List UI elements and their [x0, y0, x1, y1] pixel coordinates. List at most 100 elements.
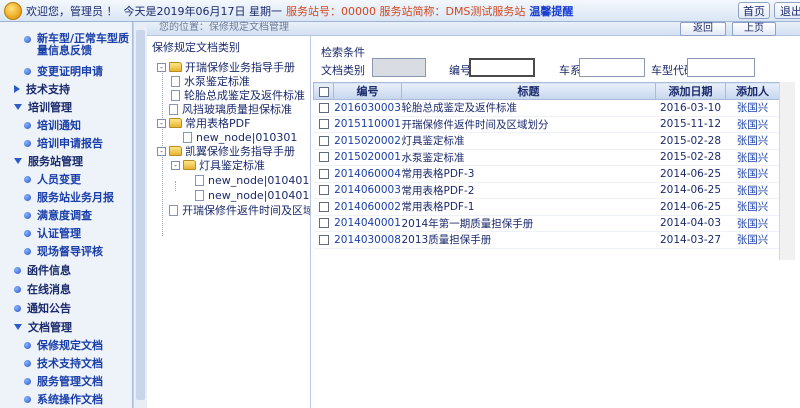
row-checkbox[interactable] — [313, 215, 334, 232]
row-checkbox[interactable] — [313, 149, 334, 166]
sidebar-item-system-docs[interactable]: 系统操作文档 — [0, 390, 132, 408]
row-checkbox[interactable] — [313, 198, 334, 216]
sidebar-item-station-management[interactable]: 服务站管理 — [0, 152, 132, 170]
sidebar-item-monthly-report[interactable]: 服务站业务月报 — [0, 188, 132, 206]
row-checkbox[interactable] — [313, 116, 334, 133]
tree-node-common-forms[interactable]: - 常用表格PDF — [157, 116, 250, 130]
tree-node-kairui-manual[interactable]: - 开瑞保修业务指导手册 — [157, 60, 295, 74]
user-avatar-icon — [4, 1, 22, 20]
header-date[interactable]: 添加日期 — [655, 82, 726, 100]
doc-user: 张国兴 — [725, 99, 780, 117]
doc-title-link[interactable]: 轮胎总成鉴定及返件标准 — [401, 99, 656, 117]
doc-title-link[interactable]: 灯具鉴定标准 — [401, 132, 656, 150]
doc-number-link[interactable]: 2014040001 — [333, 215, 402, 232]
row-checkbox[interactable] — [313, 182, 334, 199]
doc-title-link[interactable]: 常用表格PDF-1 — [401, 198, 656, 216]
sidebar-item-document-management[interactable]: 文档管理 — [0, 318, 132, 336]
sidebar-item-training-notice[interactable]: 培训通知 — [0, 116, 132, 134]
previous-page-button[interactable]: 上页 — [732, 22, 776, 36]
doc-number-link[interactable]: 2014030008 — [333, 231, 402, 249]
row-checkbox[interactable] — [313, 165, 334, 183]
doc-title-link[interactable]: 2014年第一期质量担保手册 — [401, 215, 656, 232]
row-checkbox[interactable] — [313, 132, 334, 150]
doc-title-link[interactable]: 常用表格PDF-3 — [401, 165, 656, 183]
sidebar-item-quality-feedback[interactable]: 新车型/正常车型质量信息反馈 — [0, 32, 132, 58]
doc-user: 张国兴 — [725, 182, 780, 199]
bullet-icon — [14, 285, 21, 293]
alert-link[interactable]: 温馨提醒 — [529, 3, 573, 19]
doc-title-link[interactable]: 常用表格PDF-2 — [401, 182, 656, 199]
sidebar-item-tech-docs[interactable]: 技术支持文档 — [0, 354, 132, 372]
doc-number-link[interactable]: 2015020002 — [333, 132, 402, 150]
table-header-row: 编号 标题 添加日期 添加人 — [313, 82, 780, 100]
sidebar-item-warranty-docs[interactable]: 保修规定文档 — [0, 336, 132, 354]
doc-date: 2015-02-28 — [655, 132, 726, 150]
collapse-toggle-icon[interactable]: - — [171, 160, 180, 170]
doc-user: 张国兴 — [725, 132, 780, 150]
bullet-icon — [14, 266, 21, 274]
header-title[interactable]: 标题 — [401, 82, 656, 100]
breadcrumb-bar: 您的位置：保修规定文档管理 返回 上页 — [147, 22, 800, 36]
sidebar-item-announcements[interactable]: 通知公告 — [0, 299, 132, 317]
row-checkbox[interactable] — [313, 231, 334, 249]
doc-title-link[interactable]: 2013质量担保手册 — [401, 231, 656, 249]
sidebar-item-certification[interactable]: 认证管理 — [0, 224, 132, 242]
sidebar-item-service-docs[interactable]: 服务管理文档 — [0, 372, 132, 390]
doc-number-link[interactable]: 2014060003 — [333, 182, 402, 199]
home-button[interactable]: 首页 — [738, 2, 770, 19]
sidebar-item-staff-change[interactable]: 人员变更 — [0, 170, 132, 188]
sidebar-scrollbar[interactable] — [133, 22, 147, 408]
tree-node-01040102[interactable]: new_node|01040102 — [195, 188, 310, 202]
category-label: 文档类别 — [321, 64, 365, 77]
tree-node-01040101[interactable]: new_node|01040101 — [195, 173, 310, 187]
document-icon — [195, 189, 204, 201]
bullet-icon — [24, 193, 31, 201]
doc-number-link[interactable]: 2014060004 — [333, 165, 402, 183]
tree-node-kaiyi-manual[interactable]: - 凯翼保修业务指导手册 — [157, 144, 295, 158]
doc-title-link[interactable]: 水泵鉴定标准 — [401, 149, 656, 166]
bullet-icon — [24, 36, 31, 43]
tree-title: 保修规定文档类别 — [152, 41, 240, 54]
sidebar-item-training[interactable]: 培训管理 — [0, 98, 132, 116]
tree-node-010301[interactable]: new_node|010301 — [183, 130, 297, 144]
sidebar-item-onsite-review[interactable]: 现场督导评核 — [0, 242, 132, 260]
sidebar-item-online-messages[interactable]: 在线消息 — [0, 280, 132, 298]
sidebar-item-training-report[interactable]: 培训申请报告 — [0, 134, 132, 152]
tree-node-pump-standard[interactable]: 水泵鉴定标准 — [171, 74, 250, 88]
collapse-toggle-icon[interactable]: - — [157, 62, 166, 72]
sidebar-item-tech-support[interactable]: 技术支持 — [0, 80, 132, 98]
top-bar: 欢迎您，管理员 ！ 今天是2019年06月17日 星期一 服务站号：00000 … — [0, 0, 800, 22]
tree-node-lamp-standard[interactable]: - 灯具鉴定标准 — [171, 158, 265, 172]
table-row: 2015020002 灯具鉴定标准 2015-02-28 张国兴 — [313, 132, 780, 150]
header-number[interactable]: 编号 — [333, 82, 402, 100]
tree-node-tire-standard[interactable]: 轮胎总成鉴定及返件标准 — [171, 88, 305, 102]
tree-node-windshield-standard[interactable]: 风挡玻璃质量担保标准 — [169, 102, 292, 116]
category-input[interactable] — [372, 58, 426, 77]
collapse-toggle-icon[interactable]: - — [157, 118, 166, 128]
document-icon — [195, 174, 204, 186]
doc-number-link[interactable]: 2016030003 — [333, 99, 402, 117]
bullet-icon — [24, 359, 31, 367]
scrollbar-thumb[interactable] — [136, 30, 145, 400]
select-all-checkbox[interactable] — [313, 82, 334, 100]
doc-date: 2014-03-27 — [655, 231, 726, 249]
sidebar-item-satisfaction-survey[interactable]: 满意度调查 — [0, 206, 132, 224]
doc-number-link[interactable]: 2015110001 — [333, 116, 402, 133]
return-button[interactable]: 返回 — [680, 22, 726, 36]
expanded-arrow-icon — [14, 104, 22, 110]
tree-node-return-time-region[interactable]: 开瑞保修件返件时间及区域划分 — [169, 203, 310, 217]
doc-number-link[interactable]: 2015020001 — [333, 149, 402, 166]
header-user[interactable]: 添加人 — [725, 82, 780, 100]
model-input[interactable] — [687, 58, 755, 77]
number-input[interactable] — [469, 58, 535, 77]
row-checkbox[interactable] — [313, 99, 334, 117]
doc-number-link[interactable]: 2014060002 — [333, 198, 402, 216]
collapse-toggle-icon[interactable]: - — [157, 146, 166, 156]
logout-button[interactable]: 退出 — [774, 2, 800, 19]
sidebar-item-letters[interactable]: 函件信息 — [0, 261, 132, 279]
sidebar-item-change-certificate[interactable]: 变更证明申请 — [0, 62, 132, 80]
document-icon — [171, 89, 180, 101]
doc-title-link[interactable]: 开瑞保修件返件时间及区域划分 — [401, 116, 656, 133]
table-vertical-scrollbar[interactable] — [779, 82, 795, 260]
series-input[interactable] — [579, 58, 645, 77]
